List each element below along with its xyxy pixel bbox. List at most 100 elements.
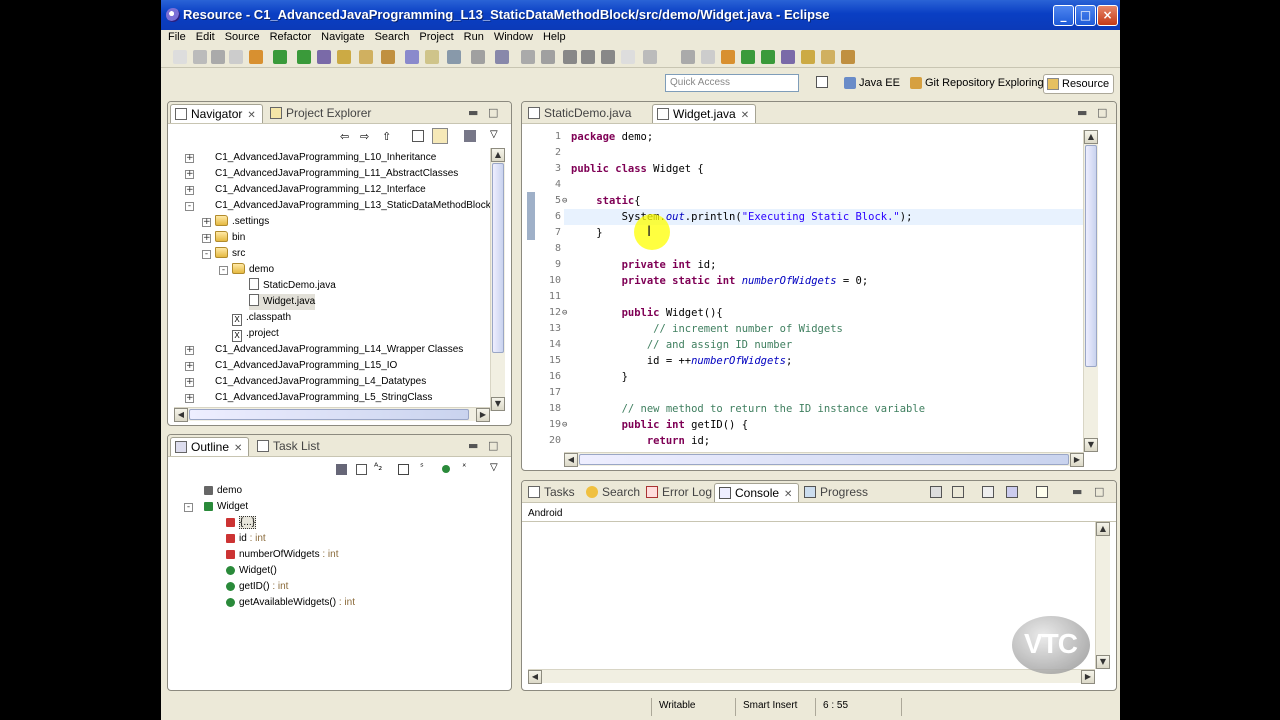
- toolbar-icon[interactable]: [381, 50, 395, 64]
- fold-icon[interactable]: ⊖: [562, 305, 567, 321]
- scroll-up-button[interactable]: ▲: [491, 148, 505, 162]
- toolbar-icon[interactable]: [681, 50, 695, 64]
- toolbar-icon[interactable]: [621, 50, 635, 64]
- navigator-item[interactable]: X .project: [232, 326, 279, 342]
- navigator-hscroll[interactable]: ◀ ▶: [174, 407, 490, 422]
- editor-vscroll[interactable]: ▲ ▼: [1083, 130, 1098, 452]
- minimize-button[interactable]: _: [1053, 5, 1074, 26]
- toolbar-icon[interactable]: [317, 50, 331, 64]
- expand-toggle-icon[interactable]: +: [185, 154, 194, 163]
- menu-file[interactable]: File: [168, 30, 186, 45]
- maximize-view-icon[interactable]: □: [1097, 106, 1107, 119]
- scroll-right-button[interactable]: ▶: [1070, 453, 1084, 467]
- menu-run[interactable]: Run: [464, 30, 484, 45]
- quick-access-input[interactable]: Quick Access: [665, 74, 799, 92]
- code-line[interactable]: 15 id = ++numberOfWidgets;: [528, 353, 1083, 369]
- navigator-item[interactable]: StaticDemo.java: [249, 278, 336, 294]
- outline-item[interactable]: {...}: [226, 515, 257, 531]
- expand-toggle-icon[interactable]: +: [185, 346, 194, 355]
- hide-local-icon[interactable]: ˣ: [462, 462, 466, 473]
- editor-hscroll[interactable]: ◀ ▶: [564, 452, 1084, 467]
- scroll-down-button[interactable]: ▼: [491, 397, 505, 411]
- navigator-item[interactable]: X .classpath: [232, 310, 291, 326]
- toolbar-icon[interactable]: [495, 50, 509, 64]
- navigator-item[interactable]: Widget.java: [249, 294, 316, 310]
- toolbar-icon[interactable]: [581, 50, 595, 64]
- menu-refactor[interactable]: Refactor: [270, 30, 312, 45]
- navigator-item[interactable]: demo: [232, 262, 274, 278]
- code-line[interactable]: 5 ⊖ static{: [528, 193, 1083, 209]
- code-line[interactable]: 18 // new method to return the ID instan…: [528, 401, 1083, 417]
- link-editor-icon[interactable]: [432, 128, 448, 144]
- navigator-vscroll[interactable]: ▲ ▼: [490, 148, 505, 411]
- outline-item[interactable]: demo: [204, 483, 242, 499]
- az-sort-icon[interactable]: ᴬ₂: [374, 462, 382, 473]
- toolbar-icon[interactable]: [405, 50, 419, 64]
- menu-edit[interactable]: Edit: [196, 30, 215, 45]
- tab-error-log[interactable]: Error Log: [642, 483, 718, 502]
- tab-progress[interactable]: Progress: [800, 483, 874, 502]
- outline-item[interactable]: numberOfWidgets : int: [226, 547, 339, 563]
- scroll-thumb[interactable]: [579, 454, 1069, 465]
- forward-icon[interactable]: ⇨: [360, 130, 369, 143]
- toolbar-icon[interactable]: [781, 50, 795, 64]
- toolbar-icon[interactable]: [643, 50, 657, 64]
- scroll-left-button[interactable]: ◀: [564, 453, 578, 467]
- outline-item[interactable]: id : int: [226, 531, 266, 547]
- code-line[interactable]: 2: [528, 145, 1083, 161]
- outline-item[interactable]: getAvailableWidgets() : int: [226, 595, 355, 611]
- code-line[interactable]: 12 ⊖ public Widget(){: [528, 305, 1083, 321]
- scroll-up-button[interactable]: ▲: [1096, 522, 1110, 536]
- perspective-git[interactable]: Git Repository Exploring: [907, 74, 1048, 94]
- menu-source[interactable]: Source: [225, 30, 260, 45]
- toolbar-icon[interactable]: [821, 50, 835, 64]
- navigator-item[interactable]: C1_AdvancedJavaProgramming_L12_Interface: [198, 182, 426, 198]
- code-line[interactable]: 6 System.out.println("Executing Static B…: [528, 209, 1083, 225]
- toolbar-icon[interactable]: [761, 50, 775, 64]
- maximize-view-icon[interactable]: □: [1094, 485, 1104, 498]
- tab-tasks[interactable]: Tasks: [524, 483, 581, 502]
- scroll-left-button[interactable]: ◀: [528, 670, 542, 684]
- expand-toggle-icon[interactable]: +: [202, 234, 211, 243]
- toolbar-icon[interactable]: [601, 50, 615, 64]
- close-icon[interactable]: ✕: [234, 443, 242, 454]
- pin-console-icon[interactable]: [982, 486, 994, 498]
- close-icon[interactable]: ✕: [784, 489, 792, 500]
- fold-icon[interactable]: ⊖: [562, 417, 567, 433]
- open-perspective-icon[interactable]: [816, 76, 828, 88]
- code-line[interactable]: 7 }: [528, 225, 1083, 241]
- menu-navigate[interactable]: Navigate: [321, 30, 364, 45]
- tab-widget-java[interactable]: Widget.java ✕: [652, 104, 757, 123]
- hide-nonpublic-icon[interactable]: [442, 465, 450, 473]
- tab-navigator[interactable]: Navigator ✕: [170, 104, 263, 123]
- expand-toggle-icon[interactable]: +: [202, 218, 211, 227]
- code-line[interactable]: 9 private int id;: [528, 257, 1083, 273]
- toolbar-icon[interactable]: [521, 50, 535, 64]
- code-line[interactable]: 1 package demo;: [528, 129, 1083, 145]
- console-hscroll[interactable]: ◀ ▶: [528, 669, 1095, 684]
- outline-item[interactable]: Widget(): [226, 563, 277, 579]
- navigator-item[interactable]: C1_AdvancedJavaProgramming_L14_Wrapper C…: [198, 342, 463, 358]
- toolbar-icon[interactable]: [273, 50, 287, 64]
- code-line[interactable]: 14 // and assign ID number: [528, 337, 1083, 353]
- scroll-right-button[interactable]: ▶: [1081, 670, 1095, 684]
- scroll-lock-icon[interactable]: [952, 486, 964, 498]
- code-line[interactable]: 13 // increment number of Widgets: [528, 321, 1083, 337]
- expand-toggle-icon[interactable]: -: [219, 266, 228, 275]
- maximize-view-icon[interactable]: □: [488, 106, 498, 119]
- expand-toggle-icon[interactable]: +: [185, 394, 194, 403]
- navigator-item[interactable]: C1_AdvancedJavaProgramming_L11_AbstractC…: [198, 166, 458, 182]
- code-line[interactable]: 16 }: [528, 369, 1083, 385]
- code-line[interactable]: 4: [528, 177, 1083, 193]
- minimize-view-icon[interactable]: ▬: [468, 106, 478, 119]
- toolbar-icon[interactable]: [541, 50, 555, 64]
- clear-console-icon[interactable]: [930, 486, 942, 498]
- toolbar-icon[interactable]: [721, 50, 735, 64]
- navigator-item[interactable]: bin: [215, 230, 245, 246]
- navigator-item[interactable]: .settings: [215, 214, 269, 230]
- tab-project-explorer[interactable]: Project Explorer: [266, 104, 377, 123]
- toolbar-icon[interactable]: [193, 50, 207, 64]
- toolbar-icon[interactable]: [841, 50, 855, 64]
- expand-toggle-icon[interactable]: +: [185, 170, 194, 179]
- collapse-all-icon[interactable]: [412, 130, 424, 142]
